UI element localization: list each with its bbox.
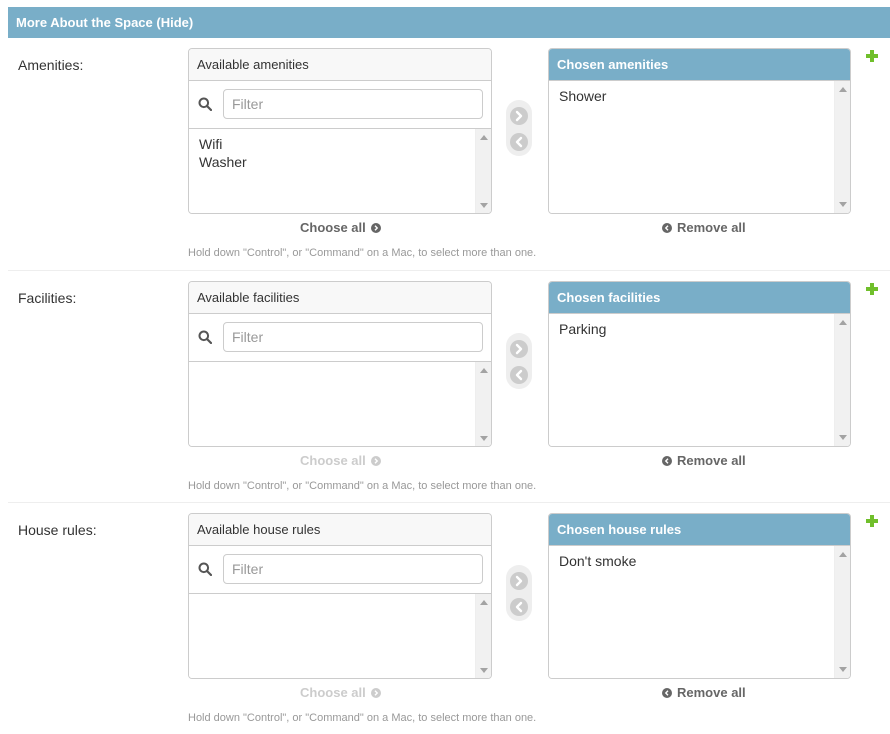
search-icon [198, 97, 212, 111]
circle-arrow-right-icon [370, 455, 381, 466]
filter-input[interactable] [223, 322, 483, 352]
remove-all-link[interactable]: Remove all [662, 220, 746, 235]
scroll-down-arrow-icon[interactable] [839, 202, 847, 207]
scrollbar[interactable] [475, 594, 491, 678]
scroll-up-arrow-icon[interactable] [839, 552, 847, 557]
add-selected-icon[interactable] [510, 572, 528, 590]
fieldset-title: More About the Space [16, 15, 153, 30]
available-options-list[interactable] [189, 362, 475, 446]
remove-selected-icon[interactable] [510, 133, 528, 151]
chooser-buttons [506, 333, 532, 389]
search-icon [198, 330, 212, 344]
chosen-selector: Chosen house rules Don't smoke [548, 513, 851, 679]
scroll-down-arrow-icon[interactable] [480, 668, 488, 673]
remove-selected-icon[interactable] [510, 598, 528, 616]
help-text: Hold down "Control", or "Command" on a M… [188, 480, 537, 492]
option-item[interactable]: Wifi [199, 135, 465, 153]
scroll-up-arrow-icon[interactable] [480, 368, 488, 373]
scrollbar[interactable] [475, 129, 491, 213]
chosen-selector: Chosen facilities Parking [548, 281, 851, 447]
filter-input[interactable] [223, 89, 483, 119]
filter-bar [189, 546, 491, 594]
hide-toggle-link[interactable]: (Hide) [156, 15, 193, 30]
add-selected-icon[interactable] [510, 107, 528, 125]
choose-all-link[interactable]: Choose all [300, 220, 381, 235]
circle-arrow-right-icon [370, 222, 381, 233]
option-item[interactable]: Shower [559, 87, 824, 105]
scrollbar[interactable] [834, 81, 850, 213]
scroll-up-arrow-icon[interactable] [480, 600, 488, 605]
choose-all-link[interactable]: Choose all [300, 453, 381, 468]
chosen-select-box[interactable]: Don't smoke [549, 546, 850, 678]
scrollbar[interactable] [475, 362, 491, 446]
chosen-options-list[interactable]: Don't smoke [549, 546, 834, 678]
scroll-down-arrow-icon[interactable] [839, 667, 847, 672]
scroll-up-arrow-icon[interactable] [839, 320, 847, 325]
available-options-list[interactable]: Wifi Washer [189, 129, 475, 213]
available-select-box[interactable]: Wifi Washer [189, 129, 491, 213]
scrollbar[interactable] [834, 314, 850, 446]
row-facilities: Facilities: Available facilities Chosen … [8, 270, 890, 502]
option-item[interactable]: Washer [199, 153, 465, 171]
filter-bar [189, 81, 491, 129]
available-selector: Available amenities Wifi Washer [188, 48, 492, 214]
available-select-box[interactable] [189, 594, 491, 678]
filter-input[interactable] [223, 554, 483, 584]
row-house-rules: House rules: Available house rules Chose… [8, 502, 890, 734]
choose-all-label: Choose all [300, 220, 366, 235]
option-item[interactable]: Don't smoke [559, 552, 824, 570]
chosen-title: Chosen amenities [549, 49, 850, 81]
choose-all-label: Choose all [300, 685, 366, 700]
circle-arrow-left-icon [662, 222, 672, 233]
circle-arrow-left-icon [662, 687, 672, 698]
chosen-select-box[interactable]: Parking [549, 314, 850, 446]
chosen-options-list[interactable]: Parking [549, 314, 834, 446]
available-title: Available amenities [189, 49, 491, 81]
scroll-up-arrow-icon[interactable] [839, 87, 847, 92]
chosen-options-list[interactable]: Shower [549, 81, 834, 213]
circle-arrow-left-icon [662, 455, 672, 466]
chosen-selector: Chosen amenities Shower [548, 48, 851, 214]
field-label: Amenities: [18, 57, 84, 73]
circle-arrow-right-icon [370, 687, 381, 698]
available-selector: Available house rules [188, 513, 492, 679]
chosen-title: Chosen house rules [549, 514, 850, 546]
chooser-buttons [506, 100, 532, 156]
scroll-down-arrow-icon[interactable] [839, 435, 847, 440]
option-item[interactable]: Parking [559, 320, 824, 338]
remove-all-label: Remove all [677, 453, 746, 468]
plus-icon[interactable] [866, 515, 878, 527]
scroll-down-arrow-icon[interactable] [480, 203, 488, 208]
field-label: House rules: [18, 522, 97, 538]
chosen-title: Chosen facilities [549, 282, 850, 314]
available-title: Available house rules [189, 514, 491, 546]
help-text: Hold down "Control", or "Command" on a M… [188, 247, 537, 259]
choose-all-label: Choose all [300, 453, 366, 468]
choose-all-link[interactable]: Choose all [300, 685, 381, 700]
scrollbar[interactable] [834, 546, 850, 678]
scroll-up-arrow-icon[interactable] [480, 135, 488, 140]
remove-all-label: Remove all [677, 685, 746, 700]
chosen-select-box[interactable]: Shower [549, 81, 850, 213]
remove-all-link[interactable]: Remove all [662, 453, 746, 468]
row-amenities: Amenities: Available amenities Wifi Wash… [8, 38, 890, 270]
chooser-buttons [506, 565, 532, 621]
available-options-list[interactable] [189, 594, 475, 678]
filter-bar [189, 314, 491, 362]
remove-selected-icon[interactable] [510, 366, 528, 384]
field-label: Facilities: [18, 290, 77, 306]
remove-all-label: Remove all [677, 220, 746, 235]
scroll-down-arrow-icon[interactable] [480, 436, 488, 441]
remove-all-link[interactable]: Remove all [662, 685, 746, 700]
fieldset-header: More About the Space (Hide) [8, 7, 890, 38]
help-text: Hold down "Control", or "Command" on a M… [188, 712, 537, 724]
available-select-box[interactable] [189, 362, 491, 446]
plus-icon[interactable] [866, 283, 878, 295]
plus-icon[interactable] [866, 50, 878, 62]
add-selected-icon[interactable] [510, 340, 528, 358]
search-icon [198, 562, 212, 576]
available-title: Available facilities [189, 282, 491, 314]
available-selector: Available facilities [188, 281, 492, 447]
